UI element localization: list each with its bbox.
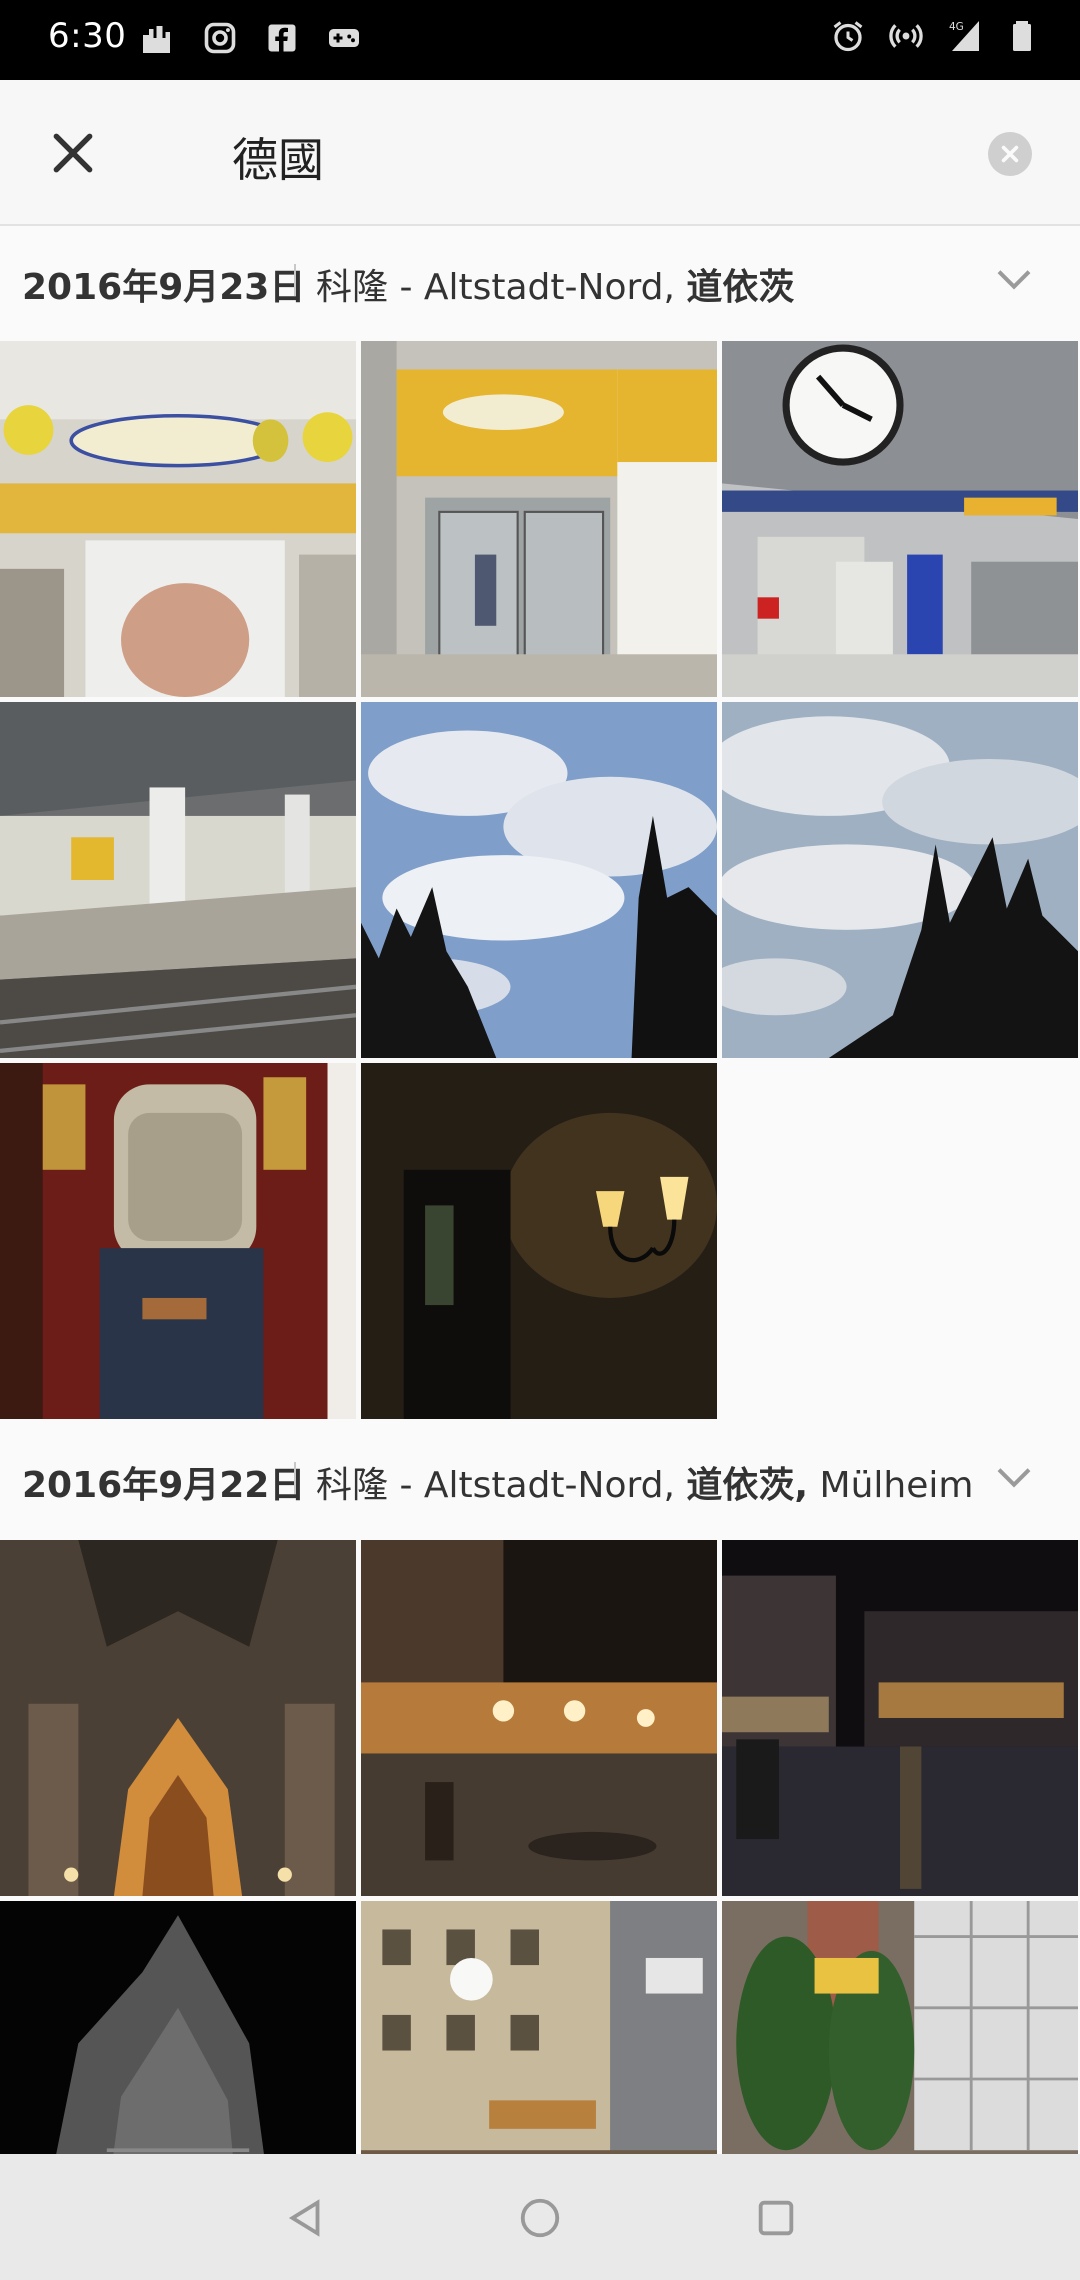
close-icon [53, 133, 93, 173]
photo-station-clock[interactable] [722, 341, 1078, 697]
system-icons: 4G [830, 18, 1040, 54]
alarm-icon [833, 21, 863, 52]
home-button[interactable] [510, 2188, 570, 2248]
status-bar: 6:30 4G [0, 0, 1080, 80]
instagram-icon [204, 22, 236, 54]
close-button[interactable] [38, 118, 108, 188]
back-triangle-icon [288, 2199, 320, 2237]
section-date: 2016年9月23日 [22, 267, 306, 308]
clear-icon [1001, 145, 1019, 163]
facebook-icon [268, 24, 296, 52]
notification-icons [140, 20, 362, 56]
photo-train-platform[interactable] [0, 702, 356, 1058]
search-query[interactable]: 德國 [232, 124, 324, 190]
section-header-1: 2016年9月23日 科隆 - Altstadt-Nord, 道依茨 [0, 226, 1080, 336]
section-date: 2016年9月22日 [22, 1465, 306, 1506]
photo-sky-cathedral-2[interactable] [722, 702, 1078, 1058]
battery-icon [1013, 21, 1031, 51]
section-location: 科隆 - Altstadt-Nord, 道依茨 [316, 267, 795, 308]
status-time: 6:30 [48, 16, 127, 56]
chevron-down-icon[interactable] [994, 264, 1034, 296]
photo-rail-fresh-wc-sign[interactable] [0, 341, 356, 697]
home-circle-icon [520, 2198, 560, 2238]
photo-square-night-lamps[interactable] [361, 1540, 717, 1896]
back-button[interactable] [276, 2188, 336, 2248]
section-location: 科隆 - Altstadt-Nord, 道依茨, Mülheim [316, 1465, 974, 1506]
photo-street-night-reflection[interactable] [722, 1540, 1078, 1896]
game-controller-icon [329, 29, 359, 47]
photo-cathedral-night-portal[interactable] [0, 1540, 356, 1896]
chevron-down-icon[interactable] [994, 1462, 1034, 1494]
hotspot-icon [889, 24, 923, 48]
photo-backpack-person[interactable] [0, 1063, 356, 1419]
divider [294, 264, 296, 296]
divider [294, 1462, 296, 1494]
photo-wall-lamp[interactable] [361, 1063, 717, 1419]
navigation-bar [0, 2154, 1080, 2280]
section-header-2: 2016年9月22日 科隆 - Altstadt-Nord, 道依茨, Mülh… [0, 1424, 1080, 1534]
recents-square-icon [758, 2200, 794, 2236]
photo-sky-cathedral-1[interactable] [361, 702, 717, 1058]
search-header: 德國 [0, 80, 1080, 226]
clear-search-button[interactable] [988, 132, 1032, 176]
photo-rail-fresh-doors[interactable] [361, 341, 717, 697]
recents-button[interactable] [746, 2188, 806, 2248]
cityscape-icon [143, 26, 170, 53]
signal-4g-icon: 4G [949, 21, 979, 51]
svg-text:4G: 4G [949, 21, 964, 33]
